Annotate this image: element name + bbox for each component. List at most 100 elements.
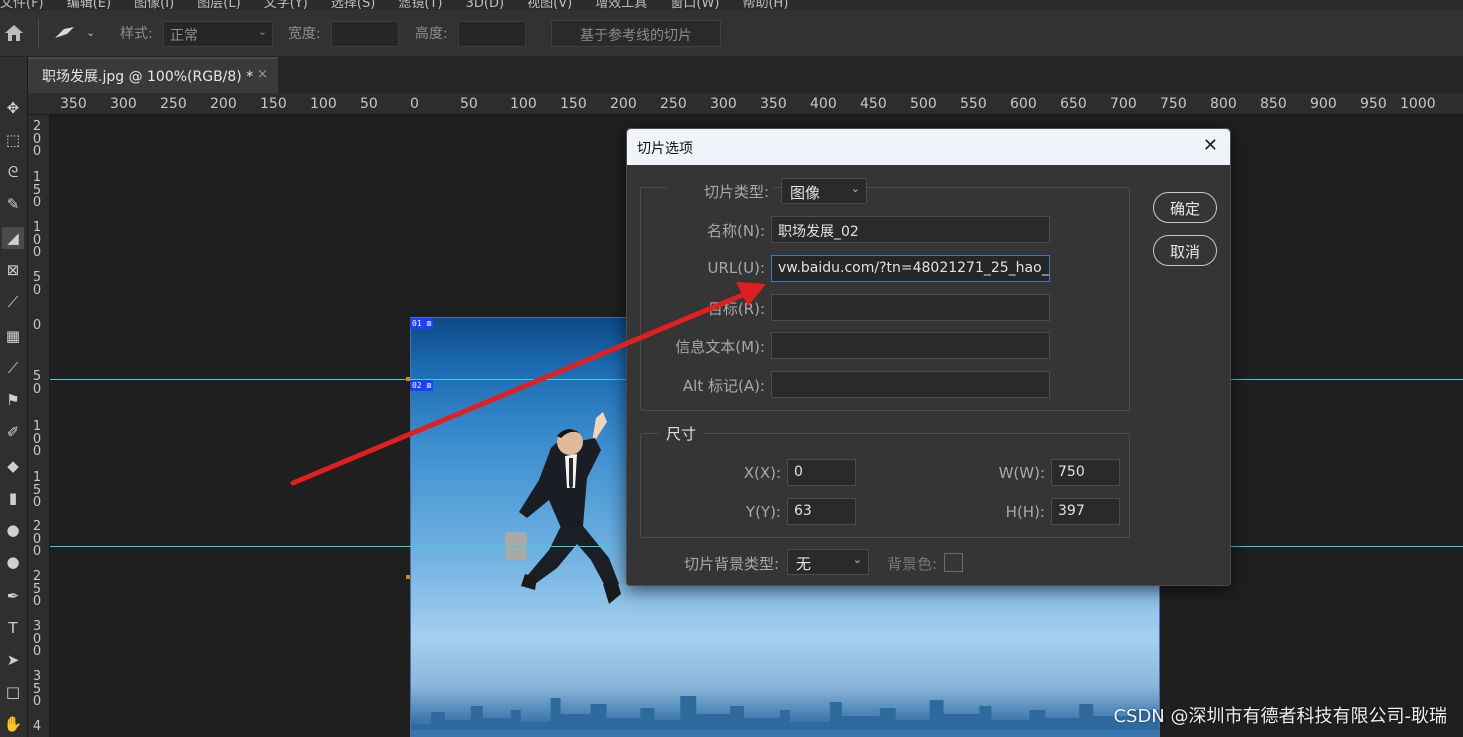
target-field[interactable] xyxy=(771,294,1050,321)
slice-type-label: 切片类型: xyxy=(667,181,773,202)
dialog-title-bar: 切片选项 ✕ xyxy=(627,129,1230,165)
ruler-tick-label: 700 xyxy=(1110,96,1137,112)
height-input[interactable] xyxy=(458,21,526,47)
slice-handle[interactable] xyxy=(406,377,410,381)
slice-options-dialog: 切片选项 ✕ 切片类型: 图像 ⌄ 名称(N): 职场发展_02 URL(U):… xyxy=(626,128,1231,586)
ruler-tick-label: 750 xyxy=(1160,96,1187,112)
menu-item[interactable]: 窗口(W) xyxy=(670,0,719,10)
alt-tag-label: Alt 标记(A): xyxy=(682,377,765,395)
city-skyline xyxy=(411,696,1159,737)
chevron-down-icon[interactable]: ⌄ xyxy=(86,26,95,39)
quick-select-tool-icon[interactable]: ✎ xyxy=(2,193,24,215)
ruler-tick-label: 200 xyxy=(210,96,237,112)
slice-type-select[interactable]: 图像 ⌄ xyxy=(781,178,867,204)
menu-item[interactable]: 文字(Y) xyxy=(264,0,308,10)
y-label: Y(Y): xyxy=(745,503,781,521)
cancel-button[interactable]: 取消 xyxy=(1153,235,1217,266)
lasso-tool-icon[interactable]: ᘓ xyxy=(2,161,24,183)
x-field[interactable]: 0 xyxy=(787,459,856,486)
ok-button[interactable]: 确定 xyxy=(1153,192,1217,223)
ruler-tick-label: 800 xyxy=(1210,96,1237,112)
path-select-tool-icon[interactable]: ➤ xyxy=(2,649,24,671)
brush-tool-icon[interactable]: ⟋ xyxy=(2,357,24,379)
target-label: 目标(R): xyxy=(707,300,765,318)
w-field[interactable]: 750 xyxy=(1051,459,1120,486)
ruler-tick-label: 250 xyxy=(160,96,187,112)
style-select[interactable]: 正常 ⌄ xyxy=(163,21,273,47)
slices-from-guides-button[interactable]: 基于参考线的切片 xyxy=(551,20,721,47)
home-icon[interactable] xyxy=(4,24,24,42)
ruler-tick-label: 3 0 0 xyxy=(32,619,42,659)
h-field[interactable]: 397 xyxy=(1051,498,1120,525)
gradient-tool-icon[interactable]: ▮ xyxy=(2,487,24,509)
url-label: URL(U): xyxy=(707,259,766,277)
history-brush-tool-icon[interactable]: ✐ xyxy=(2,421,24,443)
vertical-ruler: 2 0 0 1 5 0 1 0 0 5 0 0 5 0 1 0 0 1 5 0 … xyxy=(28,115,50,737)
ruler-tick-label: 600 xyxy=(1010,96,1037,112)
hand-tool-icon[interactable]: ✋ xyxy=(2,713,24,735)
healing-brush-tool-icon[interactable]: ▦ xyxy=(2,325,24,347)
name-field[interactable]: 职场发展_02 xyxy=(771,216,1050,243)
ruler-tick-label: 400 xyxy=(810,96,837,112)
menu-item[interactable]: 编辑(E) xyxy=(67,0,111,10)
ruler-tick-label: 5 0 xyxy=(32,369,42,397)
ruler-tick-label: 850 xyxy=(1260,96,1287,112)
document-tab-title: 职场发展.jpg @ 100%(RGB/8) * xyxy=(42,69,254,85)
slice-handle[interactable] xyxy=(406,575,410,579)
eraser-tool-icon[interactable]: ◆ xyxy=(2,455,24,477)
menu-item[interactable]: 3D(D) xyxy=(466,0,504,10)
width-label: 宽度: xyxy=(288,26,321,42)
slice-tool-icon[interactable]: ◢ xyxy=(2,227,24,249)
menu-item[interactable]: 选择(S) xyxy=(331,0,375,10)
eyedropper-tool-icon[interactable]: ⟋ xyxy=(2,291,24,313)
ruler-tick-label: 0 xyxy=(410,96,419,112)
width-input[interactable] xyxy=(331,21,399,47)
alt-tag-field[interactable] xyxy=(771,371,1050,398)
slice-bg-type-value: 无 xyxy=(796,555,812,573)
type-tool-icon[interactable]: T xyxy=(2,617,24,639)
ruler-tick-label: 1 5 0 xyxy=(32,470,42,510)
frame-tool-icon[interactable]: ⊠ xyxy=(2,259,24,281)
marquee-tool-icon[interactable]: ⬚ xyxy=(2,129,24,151)
ruler-tick-label: 0 xyxy=(32,318,42,333)
ruler-tick-label: 50 xyxy=(460,96,478,112)
slice-bg-type-select[interactable]: 无 ⌄ xyxy=(787,549,869,575)
message-text-field[interactable] xyxy=(771,332,1050,359)
blur-tool-icon[interactable]: ● xyxy=(2,519,24,541)
ruler-tick-label: 100 xyxy=(510,96,537,112)
menu-item[interactable]: 图层(L) xyxy=(197,0,240,10)
y-field[interactable]: 63 xyxy=(787,498,856,525)
tools-panel: ✥ ⬚ ᘓ ✎ ◢ ⊠ ⟋ ▦ ⟋ ⚑ ✐ ◆ ▮ ● ● ✒ T ➤ □ ✋ xyxy=(0,57,28,737)
style-value: 正常 xyxy=(170,28,198,44)
w-label: W(W): xyxy=(998,464,1045,482)
slice-type-value: 图像 xyxy=(790,184,821,202)
ruler-tick-label: 300 xyxy=(710,96,737,112)
document-tab[interactable]: 职场发展.jpg @ 100%(RGB/8) * × xyxy=(28,57,278,93)
stamp-tool-icon[interactable]: ⚑ xyxy=(2,389,24,411)
url-field[interactable]: vw.baidu.com/?tn=48021271_25_hao_pg xyxy=(771,255,1050,282)
menu-item[interactable]: 图像(I) xyxy=(134,0,174,10)
close-icon[interactable]: × xyxy=(257,67,268,82)
pen-tool-icon[interactable]: ✒ xyxy=(2,585,24,607)
ruler-tick-label: 200 xyxy=(610,96,637,112)
menu-item[interactable]: 帮助(H) xyxy=(742,0,788,10)
close-icon[interactable]: ✕ xyxy=(1203,135,1218,156)
ruler-tick-label: 2 0 0 xyxy=(32,519,42,559)
dimensions-title: 尺寸 xyxy=(659,423,703,444)
bg-color-swatch[interactable] xyxy=(944,553,963,572)
menu-item[interactable]: 视图(V) xyxy=(527,0,572,10)
menu-item[interactable]: 滤镜(T) xyxy=(398,0,442,10)
ruler-tick-label: 300 xyxy=(110,96,137,112)
ruler-tick-label: 550 xyxy=(960,96,987,112)
menu-item[interactable]: 文件(F) xyxy=(0,0,44,10)
rectangle-tool-icon[interactable]: □ xyxy=(2,681,24,703)
dodge-tool-icon[interactable]: ● xyxy=(2,551,24,573)
ruler-tick-label: 5 0 xyxy=(32,270,42,298)
ruler-tick-label: 4 xyxy=(32,719,42,734)
slice-01-tag[interactable]: 01 ⊠ xyxy=(410,318,434,329)
slice-tool-icon[interactable] xyxy=(54,26,76,40)
slice-02-tag[interactable]: 02 ⊠ xyxy=(410,380,434,391)
move-tool-icon[interactable]: ✥ xyxy=(2,97,24,119)
menu-item[interactable]: 增效工具 xyxy=(595,0,647,10)
name-label: 名称(N): xyxy=(707,222,765,240)
